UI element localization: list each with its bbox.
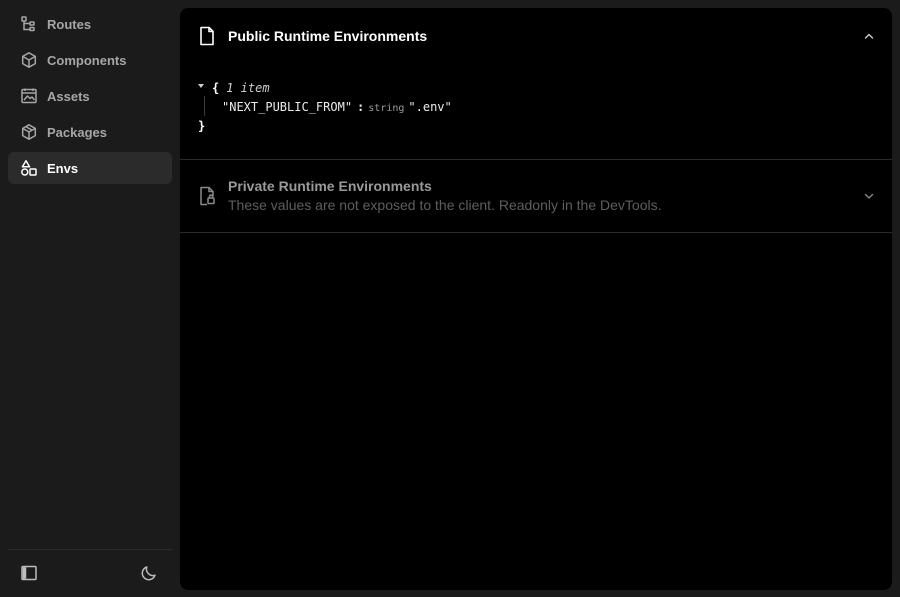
sidebar-toggle-button[interactable] bbox=[18, 564, 40, 586]
sidebar-item-label: Components bbox=[47, 52, 127, 68]
private-env-section: Private Runtime Environments These value… bbox=[180, 160, 892, 233]
private-env-text: Private Runtime Environments These value… bbox=[228, 178, 661, 213]
json-colon: : bbox=[357, 100, 365, 114]
theme-toggle-button[interactable] bbox=[138, 564, 160, 586]
private-env-header[interactable]: Private Runtime Environments These value… bbox=[180, 160, 892, 232]
routes-tree-icon bbox=[20, 15, 38, 33]
document-icon bbox=[197, 26, 217, 46]
sidebar-footer bbox=[8, 549, 172, 597]
main-panel: Public Runtime Environments {1 item "NEX… bbox=[180, 8, 892, 590]
sidebar-item-envs[interactable]: Envs bbox=[8, 152, 172, 184]
json-open-brace: { bbox=[212, 81, 220, 95]
sidebar-item-assets[interactable]: Assets bbox=[8, 80, 172, 112]
sidebar: Routes Components Assets Packages Envs bbox=[0, 0, 180, 597]
sidebar-item-packages[interactable]: Packages bbox=[8, 116, 172, 148]
component-cube-icon bbox=[20, 51, 38, 69]
chevron-down-icon[interactable] bbox=[862, 189, 876, 203]
json-close-brace: } bbox=[198, 119, 206, 133]
section-title: Private Runtime Environments bbox=[228, 178, 432, 194]
sidebar-item-label: Routes bbox=[47, 16, 92, 32]
document-lock-icon bbox=[197, 186, 217, 206]
public-env-header[interactable]: Public Runtime Environments bbox=[180, 8, 892, 64]
json-type-label: string bbox=[368, 103, 405, 114]
sidebar-nav: Routes Components Assets Packages Envs bbox=[8, 8, 172, 188]
sidebar-item-routes[interactable]: Routes bbox=[8, 8, 172, 40]
chevron-up-icon[interactable] bbox=[862, 29, 876, 43]
json-key: "NEXT_PUBLIC_FROM" bbox=[222, 100, 353, 114]
section-title: Public Runtime Environments bbox=[228, 28, 428, 44]
sidebar-item-components[interactable]: Components bbox=[8, 44, 172, 76]
sidebar-item-label: Assets bbox=[47, 88, 90, 104]
collapse-caret-icon[interactable] bbox=[198, 84, 204, 88]
json-item-count: 1 item bbox=[226, 81, 270, 95]
sidebar-item-label: Packages bbox=[47, 124, 107, 140]
json-entry: "NEXT_PUBLIC_FROM": string ".env" bbox=[222, 99, 452, 115]
sidebar-toggle-icon bbox=[20, 564, 38, 587]
devtools-app: Routes Components Assets Packages Envs P… bbox=[0, 0, 900, 597]
json-viewer: {1 item "NEXT_PUBLIC_FROM": string ".env" … bbox=[180, 64, 892, 159]
json-value[interactable]: ".env" bbox=[408, 100, 451, 114]
section-subtitle: These values are not exposed to the clie… bbox=[228, 197, 662, 213]
moon-icon bbox=[140, 564, 158, 587]
sidebar-item-label: Envs bbox=[47, 160, 79, 176]
json-indent-guide bbox=[204, 96, 205, 116]
json-object-open: {1 item bbox=[212, 80, 270, 96]
public-env-section: Public Runtime Environments {1 item "NEX… bbox=[180, 8, 892, 160]
package-box-icon bbox=[20, 123, 38, 141]
json-object-close: } bbox=[198, 118, 205, 134]
shapes-icon bbox=[20, 159, 38, 177]
image-asset-icon bbox=[20, 87, 38, 105]
